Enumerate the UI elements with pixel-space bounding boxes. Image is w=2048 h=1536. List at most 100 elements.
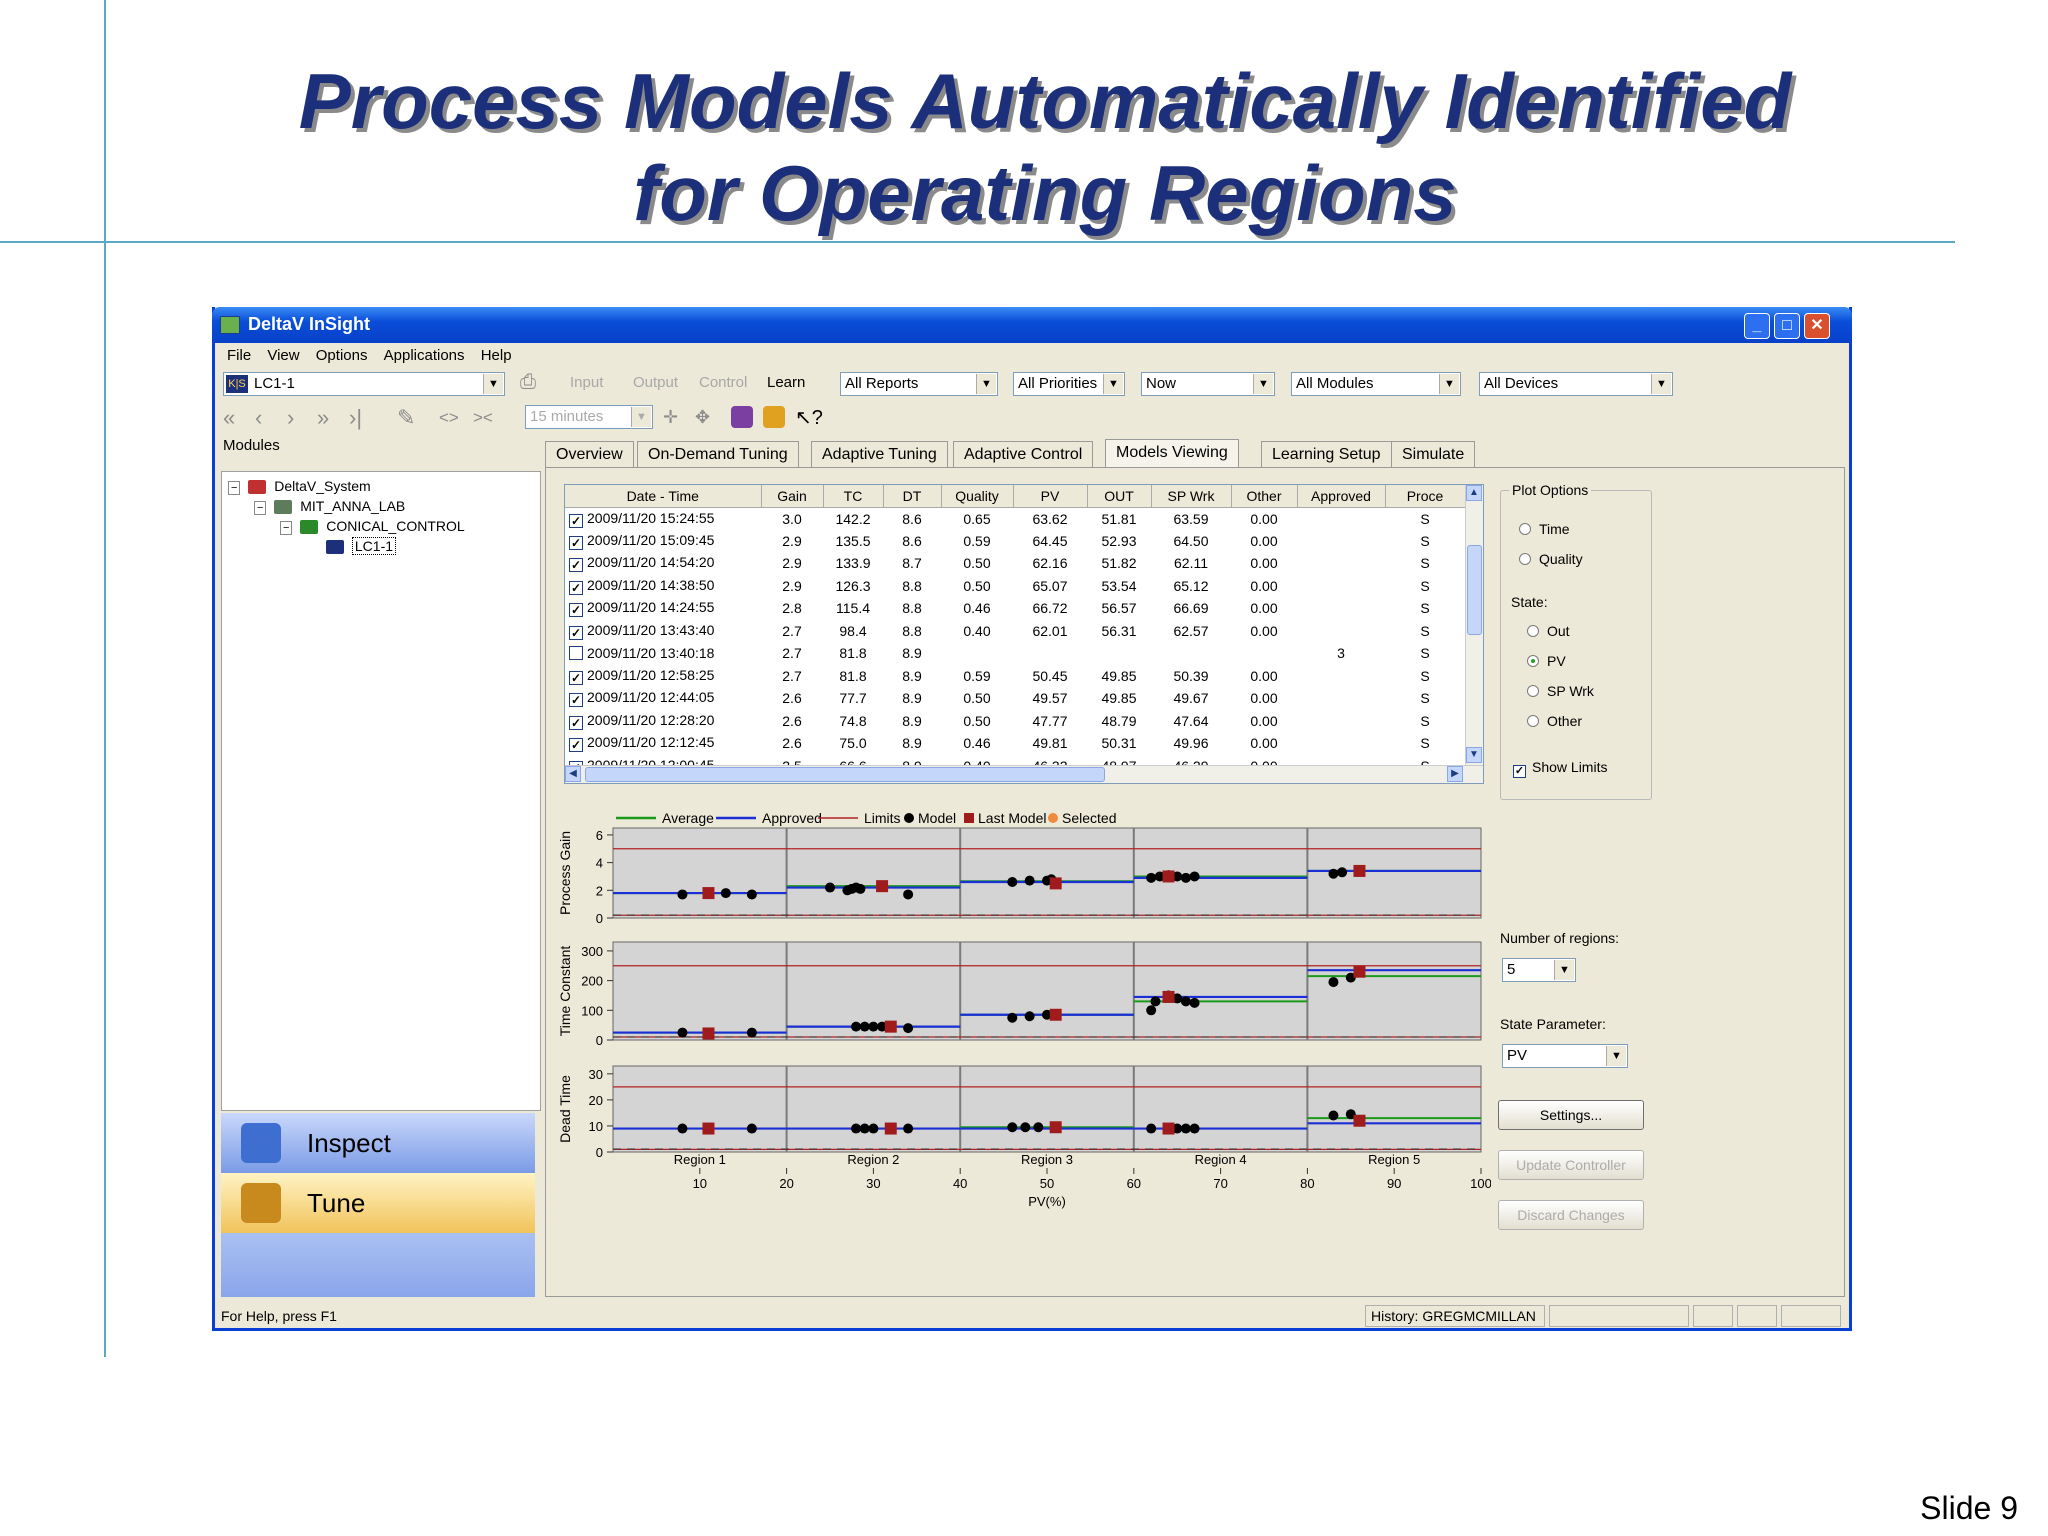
state-param-select[interactable]: PV ▼ bbox=[1502, 1044, 1628, 1068]
radio-quality[interactable] bbox=[1519, 553, 1531, 565]
time-option[interactable]: Time bbox=[1519, 521, 1570, 537]
module-select[interactable]: K|S LC1-1 ▼ bbox=[223, 372, 505, 396]
tree-node-conical[interactable]: − CONICAL_CONTROL bbox=[280, 518, 465, 535]
quality-option[interactable]: Quality bbox=[1519, 551, 1583, 567]
table-row[interactable]: ✓ 2009/11/20 15:09:45 2.9 135.5 8.6 0.59 64.45… bbox=[565, 530, 1465, 553]
vertical-scrollbar[interactable]: ▲ ▼ bbox=[1465, 485, 1483, 765]
reports-filter[interactable]: All Reports ▼ bbox=[840, 372, 998, 396]
table-row[interactable]: ✓ 2009/11/20 14:38:50 2.9 126.3 8.8 0.50 65.07… bbox=[565, 575, 1465, 598]
menu-applications[interactable]: Applications bbox=[384, 347, 465, 364]
scroll-down-icon[interactable]: ▼ bbox=[1466, 747, 1482, 763]
row-checkbox[interactable]: ✓ bbox=[569, 693, 583, 708]
crosshair-icon[interactable]: ✛ bbox=[663, 407, 678, 428]
inspect-nav-button[interactable]: Inspect bbox=[221, 1113, 535, 1173]
column-header[interactable]: SP Wrk bbox=[1151, 485, 1232, 508]
column-header[interactable]: Gain bbox=[761, 485, 824, 508]
update-controller-button[interactable]: Update Controller bbox=[1498, 1150, 1644, 1180]
column-header[interactable]: PV bbox=[1013, 485, 1088, 508]
column-header[interactable]: Proce bbox=[1385, 485, 1466, 508]
column-header[interactable]: Approved bbox=[1297, 485, 1386, 508]
radio-time[interactable] bbox=[1519, 523, 1531, 535]
table-row[interactable]: ✓ 2009/11/20 13:43:40 2.7 98.4 8.8 0.40 62.01 5… bbox=[565, 620, 1465, 643]
row-checkbox[interactable]: ✓ bbox=[569, 580, 583, 595]
window-titlebar[interactable]: DeltaV InSight _ □ ✕ bbox=[212, 307, 1852, 343]
num-regions-select[interactable]: 5 ▼ bbox=[1502, 958, 1576, 982]
table-row[interactable]: ✓ 2009/11/20 14:24:55 2.8 115.4 8.8 0.46 66.72… bbox=[565, 597, 1465, 620]
maximize-button[interactable]: □ bbox=[1774, 313, 1800, 339]
tab-overview[interactable]: Overview bbox=[545, 441, 634, 467]
row-checkbox[interactable]: ✓ bbox=[569, 670, 583, 685]
tab-on-demand-tuning[interactable]: On-Demand Tuning bbox=[637, 441, 799, 467]
tab-learning-setup[interactable]: Learning Setup bbox=[1261, 441, 1392, 467]
row-checkbox[interactable] bbox=[569, 646, 583, 661]
table-row[interactable]: ✓ 2009/11/20 14:54:20 2.9 133.9 8.7 0.50 62.16… bbox=[565, 552, 1465, 575]
row-checkbox[interactable]: ✓ bbox=[569, 558, 583, 573]
column-header[interactable]: DT bbox=[883, 485, 942, 508]
close-button[interactable]: ✕ bbox=[1804, 313, 1830, 339]
mode-input-button[interactable]: Input bbox=[570, 374, 603, 391]
scroll-right-icon[interactable]: ▶ bbox=[1447, 766, 1463, 782]
help-pointer-icon[interactable]: ↖? bbox=[795, 405, 823, 430]
tune-nav-button[interactable]: Tune bbox=[221, 1173, 535, 1233]
collapse-toggle-icon[interactable]: − bbox=[228, 481, 241, 495]
collapse-icon[interactable]: >< bbox=[473, 408, 493, 428]
tab-models-viewing[interactable]: Models Viewing bbox=[1105, 439, 1239, 467]
state-other-option[interactable]: Other bbox=[1527, 713, 1582, 729]
fast-forward-icon[interactable]: » bbox=[317, 405, 329, 431]
tree-node-lc1[interactable]: LC1-1 bbox=[326, 537, 397, 555]
row-checkbox[interactable]: ✓ bbox=[569, 603, 583, 618]
show-limits-checkbox[interactable]: ✓ bbox=[1513, 765, 1526, 778]
devices-filter[interactable]: All Devices ▼ bbox=[1479, 372, 1673, 396]
minimize-button[interactable]: _ bbox=[1744, 313, 1770, 339]
column-header[interactable]: TC bbox=[823, 485, 884, 508]
time-filter[interactable]: Now ▼ bbox=[1141, 372, 1275, 396]
menu-options[interactable]: Options bbox=[316, 347, 368, 364]
print-icon[interactable]: ⎙ bbox=[520, 371, 536, 394]
expand-icon[interactable]: <> bbox=[439, 408, 459, 428]
discard-changes-button[interactable]: Discard Changes bbox=[1498, 1200, 1644, 1230]
last-icon[interactable]: ›| bbox=[349, 405, 362, 431]
vertical-scroll-thumb[interactable] bbox=[1467, 545, 1482, 635]
column-header[interactable]: Other bbox=[1231, 485, 1298, 508]
column-header[interactable]: Quality bbox=[941, 485, 1014, 508]
scroll-up-icon[interactable]: ▲ bbox=[1466, 485, 1482, 501]
state-out-option[interactable]: Out bbox=[1527, 623, 1570, 639]
previous-icon[interactable]: ‹ bbox=[255, 405, 262, 431]
table-row[interactable]: ✓ 2009/11/20 12:28:20 2.6 74.8 8.9 0.50 47.77 4… bbox=[565, 710, 1465, 733]
row-checkbox[interactable]: ✓ bbox=[569, 738, 583, 753]
table-row[interactable]: ✓ 2009/11/20 15:24:55 3.0 142.2 8.6 0.65 63.62… bbox=[565, 507, 1465, 530]
edit-icon[interactable]: ✎ bbox=[397, 405, 415, 431]
state-spwrk-option[interactable]: SP Wrk bbox=[1527, 683, 1594, 699]
table-row[interactable]: ✓ 2009/11/20 12:44:05 2.6 77.7 8.9 0.50 49.57 4… bbox=[565, 687, 1465, 710]
mode-control-button[interactable]: Control bbox=[699, 374, 747, 391]
horizontal-scrollbar[interactable]: ◀ ▶ bbox=[565, 765, 1483, 783]
menu-help[interactable]: Help bbox=[481, 347, 512, 364]
state-pv-option[interactable]: PV bbox=[1527, 653, 1566, 669]
menu-view[interactable]: View bbox=[267, 347, 299, 364]
scroll-left-icon[interactable]: ◀ bbox=[565, 766, 581, 782]
mode-learn-button[interactable]: Learn bbox=[767, 374, 805, 391]
tab-adaptive-control[interactable]: Adaptive Control bbox=[953, 441, 1094, 467]
horizontal-scroll-thumb[interactable] bbox=[585, 767, 1105, 782]
menu-file[interactable]: File bbox=[227, 347, 251, 364]
tab-simulate[interactable]: Simulate bbox=[1391, 441, 1476, 467]
collapse-toggle-icon[interactable]: − bbox=[254, 501, 267, 515]
collapse-toggle-icon[interactable]: − bbox=[280, 521, 293, 535]
radio-spwrk[interactable] bbox=[1527, 685, 1539, 697]
priorities-filter[interactable]: All Priorities ▼ bbox=[1013, 372, 1125, 396]
tree-node-lab[interactable]: − MIT_ANNA_LAB bbox=[254, 498, 405, 515]
row-checkbox[interactable]: ✓ bbox=[569, 625, 583, 640]
row-checkbox[interactable]: ✓ bbox=[569, 535, 583, 550]
next-icon[interactable]: › bbox=[287, 405, 294, 431]
tab-adaptive-tuning[interactable]: Adaptive Tuning bbox=[811, 441, 948, 467]
first-icon[interactable]: « bbox=[223, 405, 235, 431]
column-header[interactable]: Date - Time bbox=[565, 485, 762, 508]
radio-out[interactable] bbox=[1527, 625, 1539, 637]
mode-output-button[interactable]: Output bbox=[633, 374, 678, 391]
table-row[interactable]: ✓ 2009/11/20 12:58:25 2.7 81.8 8.9 0.59 50.45 4… bbox=[565, 665, 1465, 688]
row-checkbox[interactable]: ✓ bbox=[569, 513, 583, 528]
palette-icon[interactable] bbox=[763, 406, 785, 428]
book-icon[interactable] bbox=[731, 406, 753, 428]
modules-filter[interactable]: All Modules ▼ bbox=[1291, 372, 1461, 396]
radio-pv[interactable] bbox=[1527, 655, 1539, 667]
